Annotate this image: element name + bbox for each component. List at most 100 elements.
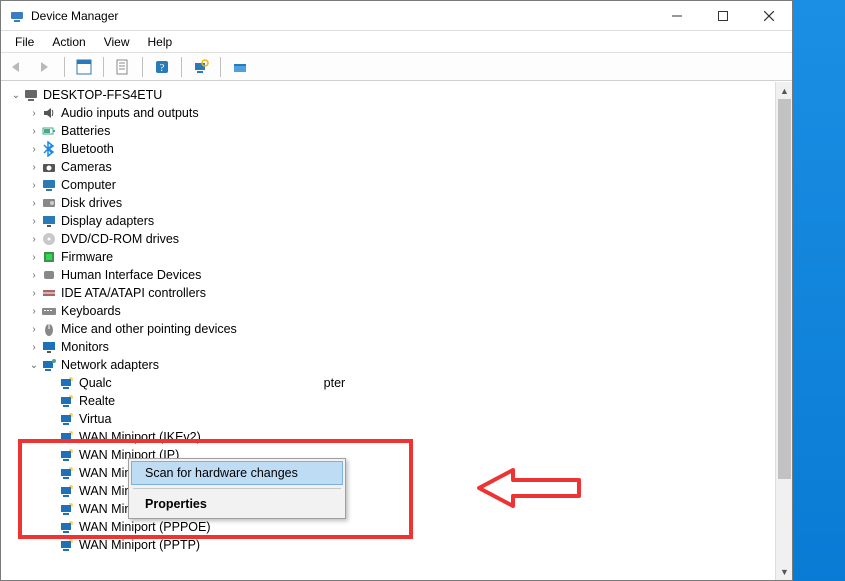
forward-button[interactable] (33, 55, 57, 79)
category-label: Computer (61, 177, 116, 194)
tree-item-network-child[interactable]: WAN Miniport (IPv6) (5, 464, 775, 482)
menu-action[interactable]: Action (44, 33, 93, 51)
tree-expander[interactable]: › (27, 321, 41, 338)
network-adapter-icon (59, 429, 75, 445)
tree-category[interactable]: › Keyboards (5, 302, 775, 320)
properties-button[interactable] (111, 55, 135, 79)
tree-root[interactable]: ⌄ DESKTOP-FFS4ETU (5, 86, 775, 104)
network-adapter-icon (59, 393, 75, 409)
camera-icon (41, 159, 57, 175)
tree-item-network-child[interactable]: WAN Miniport (PPPOE) (5, 518, 775, 536)
tree-expander[interactable]: › (27, 303, 41, 320)
keyboard-icon (41, 303, 57, 319)
tree-category[interactable]: › DVD/CD-ROM drives (5, 230, 775, 248)
tree-category[interactable]: › IDE ATA/ATAPI controllers (5, 284, 775, 302)
device-manager-window: Device Manager File Action View Help (0, 0, 793, 581)
category-label: Mice and other pointing devices (61, 321, 237, 338)
computer-root-icon (23, 87, 39, 103)
tree-item-network-child[interactable]: WAN Miniport (IKEv2) (5, 428, 775, 446)
computer-icon (41, 177, 57, 193)
display-icon (41, 213, 57, 229)
maximize-button[interactable] (700, 1, 746, 30)
category-label: Cameras (61, 159, 112, 176)
tree-category[interactable]: › Audio inputs and outputs (5, 104, 775, 122)
toolbar: ? (1, 53, 792, 81)
back-button[interactable] (5, 55, 29, 79)
tree-item-network-child[interactable]: WAN Miniport (PPTP) (5, 536, 775, 554)
tree-expander[interactable]: › (27, 105, 41, 122)
network-adapter-icon (59, 411, 75, 427)
network-child-suffix: pter (324, 375, 346, 392)
tree-item-network-child[interactable]: WAN Miniport (Network Monitor) (5, 500, 775, 518)
menubar: File Action View Help (1, 31, 792, 53)
tree-category[interactable]: › Batteries (5, 122, 775, 140)
scan-hardware-button[interactable] (189, 55, 213, 79)
tree-expander[interactable]: ⌄ (9, 87, 23, 104)
ctx-scan-hardware[interactable]: Scan for hardware changes (131, 461, 343, 485)
tree-category[interactable]: › Computer (5, 176, 775, 194)
svg-text:?: ? (160, 62, 165, 74)
network-adapter-icon (59, 537, 75, 553)
tree-expander[interactable]: › (27, 213, 41, 230)
tree-category[interactable]: › Bluetooth (5, 140, 775, 158)
help-button[interactable]: ? (150, 55, 174, 79)
toolbar-separator (64, 57, 65, 77)
tree-category[interactable]: › Cameras (5, 158, 775, 176)
menu-view[interactable]: View (96, 33, 138, 51)
menu-file[interactable]: File (7, 33, 42, 51)
tree-expander[interactable]: › (27, 249, 41, 266)
tree-expander[interactable]: › (27, 123, 41, 140)
tree-item-network-child[interactable]: WAN Miniport (L2TP) (5, 482, 775, 500)
tree-category[interactable]: › Mice and other pointing devices (5, 320, 775, 338)
tree-category[interactable]: › Monitors (5, 338, 775, 356)
ctx-properties[interactable]: Properties (131, 492, 343, 516)
bluetooth-icon (41, 141, 57, 157)
up-level-button[interactable] (72, 55, 96, 79)
network-child-label: Virtua (79, 411, 111, 428)
tree-item-network-child[interactable]: WAN Miniport (IP) (5, 446, 775, 464)
network-adapter-icon (59, 483, 75, 499)
tree-item-network-child[interactable]: Realte (5, 392, 775, 410)
network-adapter-icon (59, 465, 75, 481)
tree-category[interactable]: › Human Interface Devices (5, 266, 775, 284)
titlebar: Device Manager (1, 1, 792, 31)
tree-expander[interactable]: › (27, 285, 41, 302)
scroll-up-arrow[interactable]: ▲ (776, 82, 793, 99)
network-child-label: Realte (79, 393, 115, 410)
category-label: Firmware (61, 249, 113, 266)
tree-category-network[interactable]: ⌄ Network adapters (5, 356, 775, 374)
tree-category[interactable]: › Disk drives (5, 194, 775, 212)
dvd-icon (41, 231, 57, 247)
minimize-button[interactable] (654, 1, 700, 30)
device-tree[interactable]: ⌄ DESKTOP-FFS4ETU › Audio inputs and out… (1, 82, 775, 580)
tree-item-network-child[interactable]: Virtua (5, 410, 775, 428)
tree-expander[interactable]: ⌄ (27, 357, 41, 374)
context-menu: Scan for hardware changes Properties (128, 458, 346, 519)
category-label: Human Interface Devices (61, 267, 201, 284)
tree-expander[interactable]: › (27, 267, 41, 284)
audio-icon (41, 105, 57, 121)
toolbar-separator (220, 57, 221, 77)
menu-help[interactable]: Help (140, 33, 181, 51)
tree-category[interactable]: › Display adapters (5, 212, 775, 230)
network-icon (41, 357, 57, 373)
scroll-down-arrow[interactable]: ▼ (776, 563, 793, 580)
tree-expander[interactable]: › (27, 159, 41, 176)
tree-container: ⌄ DESKTOP-FFS4ETU › Audio inputs and out… (1, 81, 792, 580)
tree-expander[interactable]: › (27, 195, 41, 212)
tree-expander[interactable]: › (27, 177, 41, 194)
firmware-icon (41, 249, 57, 265)
close-button[interactable] (746, 1, 792, 30)
tree-category[interactable]: › Firmware (5, 248, 775, 266)
toolbar-separator (142, 57, 143, 77)
tree-expander[interactable]: › (27, 339, 41, 356)
scroll-thumb[interactable] (778, 99, 791, 479)
tree-item-network-child[interactable]: Qualcpter (5, 374, 775, 392)
show-hidden-button[interactable] (228, 55, 252, 79)
vertical-scrollbar[interactable]: ▲ ▼ (775, 82, 792, 580)
network-child-label: WAN Miniport (PPTP) (79, 537, 200, 554)
tree-expander[interactable]: › (27, 231, 41, 248)
network-child-label: WAN Miniport (PPPOE) (79, 519, 211, 536)
mouse-icon (41, 321, 57, 337)
tree-expander[interactable]: › (27, 141, 41, 158)
